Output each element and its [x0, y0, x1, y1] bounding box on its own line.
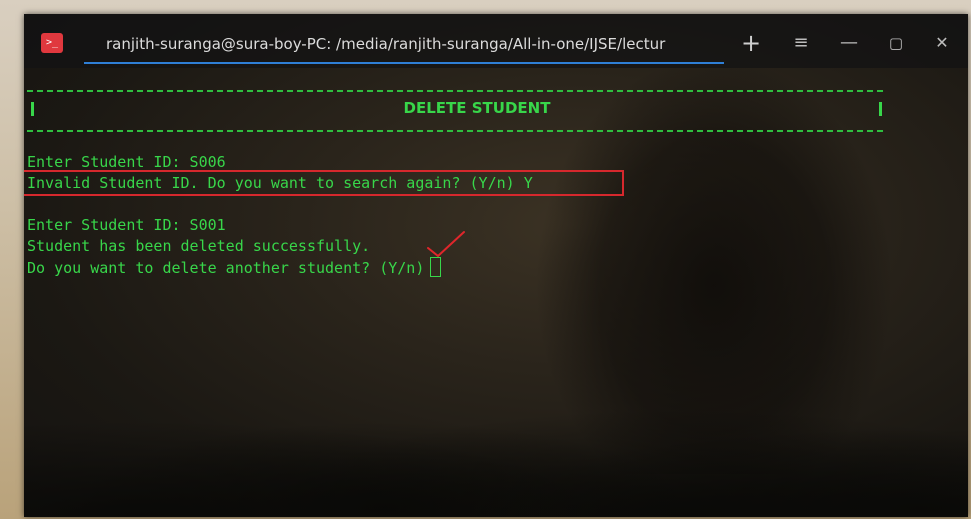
menu-icon[interactable]: ≡: [786, 28, 816, 58]
header-title: DELETE STUDENT: [403, 99, 551, 117]
terminal-window: >_ ranjith-suranga@sura-boy-PC: /media/r…: [24, 14, 968, 517]
desktop-background: >_ ranjith-suranga@sura-boy-PC: /media/r…: [0, 0, 971, 519]
titlebar: >_ ranjith-suranga@sura-boy-PC: /media/r…: [24, 14, 968, 68]
cursor-block[interactable]: [430, 257, 442, 277]
header-right-border: [879, 102, 882, 116]
checkmark-icon: [427, 231, 465, 257]
tab-terminal[interactable]: ranjith-suranga@sura-boy-PC: /media/ranj…: [84, 24, 724, 64]
terminal-output[interactable]: DELETE STUDENT Enter Student ID: S006 In…: [24, 68, 968, 517]
header-bottom-border: [27, 130, 883, 132]
close-button[interactable]: ✕: [927, 28, 957, 58]
minimize-button[interactable]: —: [834, 28, 864, 58]
maximize-button[interactable]: ▢: [881, 28, 911, 58]
terminal-line-2: Invalid Student ID. Do you want to searc…: [27, 174, 533, 192]
terminal-line-4: Student has been deleted successfully.: [27, 237, 371, 255]
terminal-line-1: Enter Student ID: S006: [27, 153, 226, 171]
terminal-icon[interactable]: >_: [41, 33, 63, 53]
new-tab-button[interactable]: +: [736, 28, 766, 58]
terminal-prompt-line: Do you want to delete another student? (…: [27, 257, 442, 278]
tab-title: ranjith-suranga@sura-boy-PC: /media/ranj…: [106, 35, 666, 53]
terminal-line-5: Do you want to delete another student? (…: [27, 259, 425, 277]
header-top-border: [27, 90, 883, 92]
tab-active-indicator: [84, 62, 724, 64]
terminal-line-3: Enter Student ID: S001: [27, 216, 226, 234]
